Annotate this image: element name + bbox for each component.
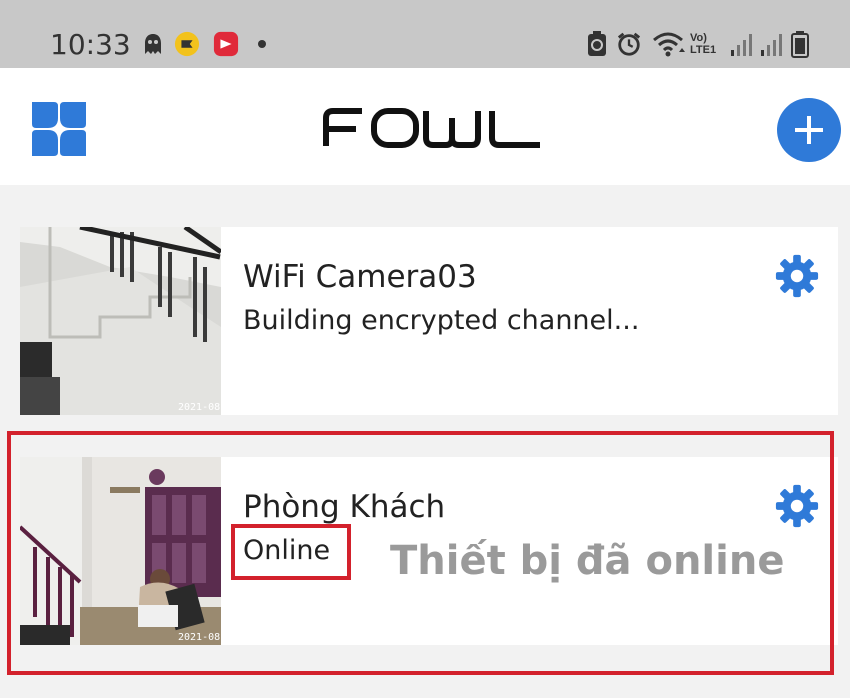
ghost-icon — [145, 34, 161, 54]
thumbnail-timestamp: 2021-08 — [178, 402, 220, 413]
grid-menu-icon[interactable] — [30, 100, 88, 158]
signal-icon — [731, 34, 752, 56]
status-highlight-box — [231, 524, 351, 580]
alarm-icon — [617, 32, 641, 56]
app-logo — [323, 108, 540, 148]
app-header — [0, 68, 850, 185]
device-name: WiFi Camera03 — [243, 259, 477, 295]
signal-icon — [761, 34, 782, 56]
annotation-text: Thiết bị đã online — [390, 538, 785, 584]
gear-icon[interactable] — [774, 253, 820, 299]
wifi-icon — [653, 32, 685, 57]
chat-app-icon — [174, 31, 200, 57]
battery-saver-icon — [588, 31, 606, 56]
video-app-icon — [213, 31, 239, 57]
notification-dot — [258, 40, 266, 48]
device-status: Building encrypted channel... — [243, 305, 640, 336]
camera-thumbnail[interactable]: 2021-08 — [20, 227, 221, 415]
status-time: 10:33 — [50, 28, 131, 61]
device-card[interactable]: 2021-08 WiFi Camera03 Building encrypted… — [20, 227, 838, 415]
status-bar: 10:33 Vo) LTE1 — [0, 0, 850, 68]
battery-icon — [791, 31, 809, 58]
add-device-button[interactable] — [777, 98, 841, 162]
volte-icon: Vo) LTE1 — [690, 32, 717, 56]
